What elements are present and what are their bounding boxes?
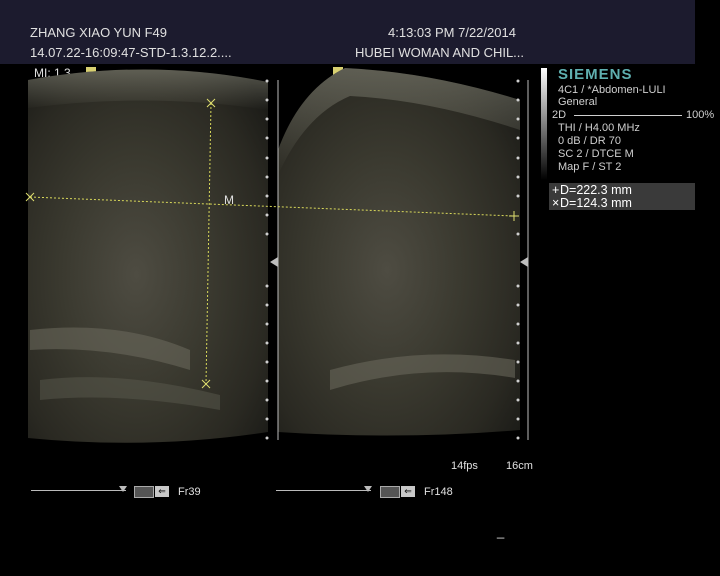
text-cursor: _ — [497, 524, 505, 539]
power-slider — [574, 115, 682, 116]
frame-rate: 14fps — [451, 460, 478, 472]
mode-label: 2D — [552, 109, 567, 121]
cine-slider-left-end-icon — [119, 486, 127, 492]
power-label: 100% — [686, 109, 715, 121]
measurement-symbol-2: × — [552, 196, 560, 210]
measurement-value-2: D=124.3 mm — [560, 196, 632, 210]
cine-slider-right-end-icon — [364, 486, 372, 492]
cine-back-arrow-icon-right[interactable]: ⇐ — [401, 486, 415, 497]
right-ultrasound-sector — [278, 68, 520, 436]
frame-number-right: Fr148 — [424, 486, 453, 498]
preset-label: General — [558, 96, 598, 108]
cine-slider-left[interactable] — [31, 490, 126, 491]
brightness-scale — [541, 68, 547, 180]
image-depth: 16cm — [506, 460, 533, 472]
focus-marker-right — [520, 257, 528, 267]
caliper-label: M — [224, 193, 234, 207]
gain-label: 0 dB / DR 70 — [558, 135, 621, 147]
cine-zoom-box-left[interactable] — [134, 486, 154, 498]
sc-label: SC 2 / DTCE M — [558, 148, 634, 160]
cine-back-arrow-icon-left[interactable]: ⇐ — [155, 486, 169, 497]
measurement-panel: + D=222.3 mm × D=124.3 mm — [549, 183, 695, 210]
map-label: Map F / ST 2 — [558, 161, 622, 173]
cine-zoom-box-right[interactable] — [380, 486, 400, 498]
focus-marker-left — [270, 257, 278, 267]
brand-logo: SIEMENS — [558, 66, 633, 83]
frame-number-left: Fr39 — [178, 486, 201, 498]
thi-label: THI / H4.00 MHz — [558, 122, 640, 134]
cine-slider-right[interactable] — [276, 490, 371, 491]
probe-label: 4C1 / *Abdomen-LULI — [558, 84, 666, 96]
